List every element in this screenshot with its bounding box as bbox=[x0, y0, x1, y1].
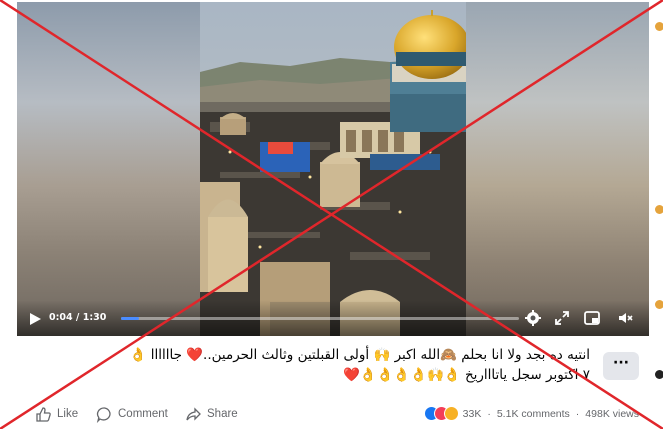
comment-icon bbox=[96, 406, 111, 423]
post-action-bar: Like Comment Share 33K · 5.1K comments ·… bbox=[0, 400, 651, 429]
like-label: Like bbox=[57, 408, 79, 420]
comment-label: Comment bbox=[118, 408, 168, 420]
fullscreen-icon[interactable] bbox=[553, 309, 571, 327]
views-count: 498K views bbox=[585, 407, 639, 420]
like-button[interactable]: Like bbox=[35, 404, 78, 424]
post-stats: 33K · 5.1K comments · 498K views bbox=[423, 406, 639, 421]
video-frame bbox=[200, 2, 466, 336]
play-icon[interactable] bbox=[27, 311, 43, 327]
settings-icon[interactable] bbox=[524, 309, 542, 327]
more-options-button[interactable]: ··· bbox=[603, 352, 639, 380]
sidebar-edge bbox=[651, 0, 663, 429]
caption-line-2: ٧ اكتوبر سجل ياتاااريخ 👌🙌👌👌👌👌❤️ bbox=[342, 367, 590, 383]
share-icon bbox=[186, 406, 201, 421]
comments-count[interactable]: 5.1K comments bbox=[497, 408, 570, 420]
video-blur-right bbox=[466, 2, 649, 336]
video-controls-bar: 0:04 / 1:30 bbox=[17, 300, 649, 336]
volume-icon[interactable] bbox=[617, 309, 635, 327]
share-button[interactable]: Share bbox=[185, 404, 238, 424]
comment-button[interactable]: Comment bbox=[96, 404, 168, 424]
video-time: 0:04 / 1:30 bbox=[49, 312, 107, 323]
caption-line-1: انتيه ده بجد ولا انا بحلم 🙈الله اكبر 🙌 أ… bbox=[129, 347, 590, 363]
separator-dot: · bbox=[575, 407, 580, 420]
post-caption: انتيه ده بجد ولا انا بحلم 🙈الله اكبر 🙌 أ… bbox=[22, 345, 590, 385]
picture-in-picture-icon[interactable] bbox=[583, 309, 601, 327]
reactions-count[interactable]: 33K bbox=[463, 408, 482, 420]
wow-reaction-icon bbox=[443, 406, 459, 421]
video-player[interactable]: 0:04 / 1:30 bbox=[17, 2, 649, 336]
facebook-post-card: 0:04 / 1:30 انتيه ده بجد ولا انا بحلم 🙈ا… bbox=[0, 0, 663, 429]
like-icon bbox=[36, 406, 51, 422]
separator-dot: · bbox=[487, 407, 491, 420]
video-progress-bar[interactable] bbox=[121, 317, 519, 320]
video-progress-fill bbox=[121, 317, 139, 320]
share-label: Share bbox=[207, 408, 238, 420]
video-blur-left bbox=[17, 2, 200, 336]
